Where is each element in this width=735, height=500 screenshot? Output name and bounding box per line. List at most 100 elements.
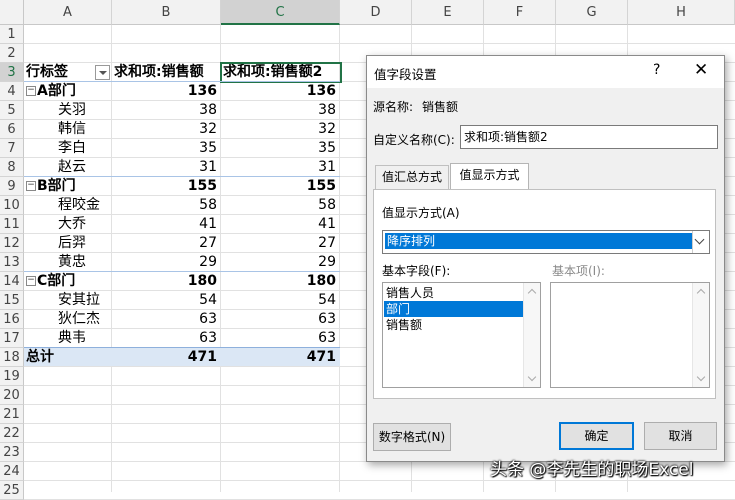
column-header-d[interactable]: D bbox=[340, 0, 412, 25]
pivot-member-label[interactable]: 狄仁杰 bbox=[58, 310, 112, 329]
pivot-member-sum[interactable]: 63 bbox=[112, 329, 221, 348]
row-header-4[interactable]: 4 bbox=[0, 82, 24, 101]
scroll-down-icon[interactable] bbox=[527, 372, 537, 382]
chevron-down-icon[interactable] bbox=[692, 231, 709, 253]
pivot-group-sum[interactable]: 155 bbox=[112, 177, 221, 196]
pivot-member-sum2[interactable]: 41 bbox=[221, 215, 340, 234]
pivot-member-sum[interactable]: 54 bbox=[112, 291, 221, 310]
row-header-18[interactable]: 18 bbox=[0, 348, 24, 367]
base-field-scrollbar[interactable] bbox=[523, 283, 540, 387]
base-field-item[interactable]: 销售人员 bbox=[384, 285, 523, 301]
pivot-col-header-sum[interactable]: 求和项:销售额 bbox=[114, 63, 219, 82]
column-header-h[interactable]: H bbox=[628, 0, 735, 25]
pivot-member-sum[interactable]: 58 bbox=[112, 196, 221, 215]
column-header-a[interactable]: A bbox=[24, 0, 112, 25]
scroll-down-icon[interactable] bbox=[696, 372, 706, 382]
pivot-member-sum2[interactable]: 38 bbox=[221, 101, 340, 120]
pivot-member-sum[interactable]: 35 bbox=[112, 139, 221, 158]
pivot-group-label[interactable]: − A部门 bbox=[26, 82, 112, 101]
pivot-member-sum2[interactable]: 63 bbox=[221, 329, 340, 348]
collapse-icon[interactable]: − bbox=[26, 181, 36, 191]
pivot-member-sum[interactable]: 41 bbox=[112, 215, 221, 234]
pivot-member-label[interactable]: 黄忠 bbox=[58, 253, 112, 272]
ok-button[interactable]: 确定 bbox=[559, 422, 634, 450]
scroll-up-icon[interactable] bbox=[696, 288, 706, 298]
row-header-25[interactable]: 25 bbox=[0, 481, 24, 500]
row-header-5[interactable]: 5 bbox=[0, 101, 24, 120]
row-header-7[interactable]: 7 bbox=[0, 139, 24, 158]
row-header-19[interactable]: 19 bbox=[0, 367, 24, 386]
row-header-15[interactable]: 15 bbox=[0, 291, 24, 310]
pivot-member-sum2[interactable]: 58 bbox=[221, 196, 340, 215]
scroll-up-icon[interactable] bbox=[527, 288, 537, 298]
custom-name-input[interactable]: 求和项:销售额2 bbox=[460, 125, 718, 149]
base-item-list[interactable] bbox=[550, 282, 710, 388]
row-header-23[interactable]: 23 bbox=[0, 443, 24, 462]
pivot-member-sum[interactable]: 27 bbox=[112, 234, 221, 253]
pivot-member-sum2[interactable]: 29 bbox=[221, 253, 340, 272]
row-header-2[interactable]: 2 bbox=[0, 44, 24, 63]
pivot-member-sum[interactable]: 31 bbox=[112, 158, 221, 177]
pivot-group-sum[interactable]: 180 bbox=[112, 272, 221, 291]
pivot-member-sum[interactable]: 29 bbox=[112, 253, 221, 272]
pivot-member-sum2[interactable]: 54 bbox=[221, 291, 340, 310]
pivot-member-label[interactable]: 典韦 bbox=[58, 329, 112, 348]
row-header-22[interactable]: 22 bbox=[0, 424, 24, 443]
row-header-9[interactable]: 9 bbox=[0, 177, 24, 196]
row-header-21[interactable]: 21 bbox=[0, 405, 24, 424]
pivot-member-sum[interactable]: 63 bbox=[112, 310, 221, 329]
row-header-8[interactable]: 8 bbox=[0, 158, 24, 177]
pivot-member-label[interactable]: 关羽 bbox=[58, 101, 112, 120]
row-header-1[interactable]: 1 bbox=[0, 25, 24, 44]
filter-dropdown-icon[interactable] bbox=[95, 65, 110, 80]
close-icon[interactable]: ✕ bbox=[694, 60, 708, 80]
row-header-17[interactable]: 17 bbox=[0, 329, 24, 348]
pivot-member-label[interactable]: 韩信 bbox=[58, 120, 112, 139]
row-header-14[interactable]: 14 bbox=[0, 272, 24, 291]
pivot-member-sum[interactable]: 32 bbox=[112, 120, 221, 139]
pivot-group-label[interactable]: − C部门 bbox=[26, 272, 112, 291]
pivot-member-label[interactable]: 大乔 bbox=[58, 215, 112, 234]
row-header-13[interactable]: 13 bbox=[0, 253, 24, 272]
pivot-total-sum[interactable]: 471 bbox=[112, 348, 221, 367]
base-field-item[interactable]: 部门 bbox=[384, 301, 523, 317]
pivot-member-sum2[interactable]: 63 bbox=[221, 310, 340, 329]
tab-summarize-values-by[interactable]: 值汇总方式 bbox=[375, 165, 449, 189]
cancel-button[interactable]: 取消 bbox=[644, 422, 717, 450]
select-all-corner[interactable] bbox=[0, 0, 24, 25]
row-header-12[interactable]: 12 bbox=[0, 234, 24, 253]
pivot-member-label[interactable]: 后羿 bbox=[58, 234, 112, 253]
pivot-group-sum2[interactable]: 180 bbox=[221, 272, 340, 291]
column-header-g[interactable]: G bbox=[556, 0, 628, 25]
row-header-3[interactable]: 3 bbox=[0, 63, 24, 82]
pivot-member-label[interactable]: 程咬金 bbox=[58, 196, 112, 215]
column-header-c[interactable]: C bbox=[221, 0, 340, 25]
column-header-b[interactable]: B bbox=[112, 0, 221, 25]
show-values-as-dropdown[interactable]: 降序排列 bbox=[382, 230, 710, 254]
row-header-16[interactable]: 16 bbox=[0, 310, 24, 329]
base-field-item[interactable]: 销售额 bbox=[384, 317, 523, 333]
pivot-member-sum2[interactable]: 32 bbox=[221, 120, 340, 139]
base-field-list[interactable]: 销售人员 部门 销售额 bbox=[382, 282, 541, 388]
number-format-button[interactable]: 数字格式(N) bbox=[373, 423, 451, 451]
pivot-member-label[interactable]: 李白 bbox=[58, 139, 112, 158]
row-header-24[interactable]: 24 bbox=[0, 462, 24, 481]
pivot-member-sum[interactable]: 38 bbox=[112, 101, 221, 120]
column-header-e[interactable]: E bbox=[412, 0, 484, 25]
pivot-total-sum2[interactable]: 471 bbox=[221, 348, 340, 367]
pivot-total-label[interactable]: 总计 bbox=[26, 348, 110, 367]
pivot-member-sum2[interactable]: 27 bbox=[221, 234, 340, 253]
pivot-group-sum[interactable]: 136 bbox=[112, 82, 221, 101]
row-header-20[interactable]: 20 bbox=[0, 386, 24, 405]
row-header-10[interactable]: 10 bbox=[0, 196, 24, 215]
pivot-group-sum2[interactable]: 155 bbox=[221, 177, 340, 196]
pivot-group-label[interactable]: − B部门 bbox=[26, 177, 112, 196]
collapse-icon[interactable]: − bbox=[26, 276, 36, 286]
help-icon[interactable]: ? bbox=[653, 62, 660, 78]
collapse-icon[interactable]: − bbox=[26, 86, 36, 96]
pivot-member-sum2[interactable]: 35 bbox=[221, 139, 340, 158]
pivot-member-label[interactable]: 赵云 bbox=[58, 158, 112, 177]
pivot-member-label[interactable]: 安其拉 bbox=[58, 291, 112, 310]
pivot-member-sum2[interactable]: 31 bbox=[221, 158, 340, 177]
pivot-group-sum2[interactable]: 136 bbox=[221, 82, 340, 101]
